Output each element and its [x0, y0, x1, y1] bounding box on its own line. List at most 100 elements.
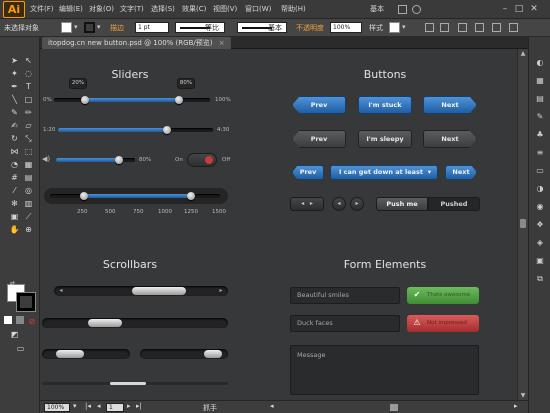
document-setup-icon[interactable] [425, 23, 434, 32]
magic-wand-icon[interactable]: ✦ [8, 68, 21, 79]
pen-tool-icon[interactable]: ✒ [8, 81, 21, 92]
appearance-panel-icon[interactable]: ◉ [534, 201, 546, 212]
artboard-canvas[interactable]: Sliders 20% 80% 0% 100% 1:20 4:30 ◀) 80%… [40, 49, 517, 400]
menu-object[interactable]: 对象(O) [89, 4, 114, 14]
selection-tool-icon[interactable]: ➤ [8, 55, 21, 66]
scroll-down-icon[interactable]: ▼ [518, 391, 528, 400]
round-prev-button[interactable]: ◂ [332, 197, 346, 211]
next-button-dark[interactable]: Next [423, 130, 477, 148]
color-panel-icon[interactable]: ◐ [534, 57, 546, 68]
line-tool-icon[interactable]: ╲ [8, 94, 21, 105]
zoom-field[interactable]: 100% [44, 403, 70, 412]
eraser-icon[interactable]: ▱ [22, 120, 35, 131]
symbol-sprayer-icon[interactable]: ✻ [8, 198, 21, 209]
artboard-number-field[interactable]: 1 [106, 403, 124, 412]
menu-type[interactable]: 文字(T) [120, 4, 144, 14]
shape-builder-icon[interactable]: ◔ [8, 159, 21, 170]
prev-artboard-icon[interactable]: ◂ [97, 402, 101, 410]
opacity-field[interactable]: 100% [330, 22, 362, 33]
prev-button[interactable]: Prev [292, 96, 346, 114]
scrollbar-thumb[interactable] [204, 350, 222, 358]
scale-tool-icon[interactable]: ⤡ [22, 133, 35, 144]
scrollbar-thumb[interactable] [88, 319, 122, 327]
chevron-down-icon[interactable]: ▾ [97, 23, 101, 31]
scroll-right-icon[interactable]: ▸ [217, 287, 225, 295]
last-artboard-icon[interactable]: ▸| [136, 402, 142, 410]
chevron-down-icon[interactable]: ▾ [74, 23, 78, 31]
blob-brush-icon[interactable]: ✍ [8, 120, 21, 131]
stuck-button[interactable]: I'm stuck [358, 96, 412, 114]
prev-button-small[interactable]: Prev [292, 165, 324, 180]
stroke-color-box[interactable] [16, 292, 36, 312]
workspace-switcher[interactable]: 基本 [370, 4, 384, 14]
stroke-label[interactable]: 描边 [110, 23, 124, 33]
transparency-panel-icon[interactable]: ◑ [534, 183, 546, 194]
menu-select[interactable]: 选择(S) [151, 4, 175, 14]
volume-slider-track[interactable] [56, 158, 135, 162]
isolate-icon[interactable] [492, 23, 501, 32]
scrollbar-short-right[interactable] [140, 349, 228, 359]
scrollbar-thumb[interactable] [110, 382, 146, 385]
graphic-style-swatch[interactable] [389, 22, 400, 33]
sleepy-button[interactable]: I'm sleepy [358, 130, 412, 148]
document-tab[interactable]: itopdog.cn new button.psd @ 100% (RGB/预览… [42, 37, 231, 49]
next-button[interactable]: Next [423, 96, 477, 114]
scrollbar-thin[interactable] [42, 382, 228, 385]
prev-button-dark[interactable]: Prev [292, 130, 346, 148]
graphic-styles-icon[interactable]: ❖ [534, 219, 546, 230]
canvas-vertical-scrollbar[interactable]: ▲ ▼ [517, 49, 528, 400]
scrollbar-horizontal[interactable]: ◂ ▸ [54, 286, 228, 296]
gradient-mode-icon[interactable] [16, 316, 24, 324]
pushed-button[interactable]: Pushed [428, 197, 480, 211]
next-artboard-icon[interactable]: ▸ [127, 402, 131, 410]
menu-help[interactable]: 帮助(H) [281, 4, 306, 14]
pager-control[interactable]: ◂ ▸ [290, 197, 324, 211]
arrange-documents-icon[interactable] [398, 5, 407, 14]
range-slider-track[interactable] [54, 98, 210, 102]
menu-view[interactable]: 视图(V) [213, 4, 237, 14]
perspective-grid-icon[interactable]: ▦ [22, 159, 35, 170]
symbols-panel-icon[interactable]: ♣ [534, 129, 546, 140]
horizontal-scroll-thumb[interactable] [390, 404, 398, 411]
scroll-up-icon[interactable]: ▲ [518, 49, 528, 58]
scrollbar-slim[interactable] [42, 318, 228, 328]
next-button-small[interactable]: Next [445, 165, 477, 180]
scrollbar-thumb[interactable] [132, 287, 186, 295]
scrollbar-short-left[interactable] [42, 349, 130, 359]
rectangle-tool-icon[interactable]: □ [22, 94, 35, 105]
width-tool-icon[interactable]: ⋈ [8, 146, 21, 157]
artboards-panel-icon[interactable]: ▣ [534, 255, 546, 266]
hand-tool-icon[interactable]: ✋ [8, 224, 21, 235]
menu-effect[interactable]: 效果(C) [182, 4, 206, 14]
options-select[interactable]: I can get down at least ▾ [330, 165, 438, 180]
blend-tool-icon[interactable]: ◎ [22, 185, 35, 196]
gradient-tool-icon[interactable]: ▤ [22, 172, 35, 183]
seek-slider-handle[interactable] [162, 126, 171, 134]
free-transform-icon[interactable]: ⬚ [22, 146, 35, 157]
artboard-tool-icon[interactable]: ▣ [8, 211, 21, 222]
opacity-label[interactable]: 不透明度 [296, 23, 324, 33]
screen-mode-icon[interactable]: ▭ [14, 343, 27, 354]
align-icon[interactable] [458, 23, 467, 32]
chevron-down-icon[interactable]: ▾ [402, 23, 406, 31]
draw-mode-icon[interactable]: ◩ [8, 329, 21, 340]
round-next-button[interactable]: ▸ [350, 197, 364, 211]
range-slider-handle-high[interactable] [174, 96, 183, 104]
first-artboard-icon[interactable]: |◂ [85, 402, 91, 410]
links-panel-icon[interactable]: ⧉ [534, 273, 546, 284]
transform-icon[interactable] [475, 23, 484, 32]
close-tab-icon[interactable]: × [219, 39, 225, 47]
text-field[interactable]: Duck faces [290, 315, 400, 332]
none-mode-icon[interactable]: ⊘ [28, 316, 36, 326]
push-me-button[interactable]: Push me [376, 197, 428, 211]
scrollbar-thumb[interactable] [520, 219, 526, 228]
pencil-icon[interactable]: ✏ [22, 107, 35, 118]
scroll-left-icon[interactable]: ◂ [270, 402, 274, 410]
column-graph-icon[interactable]: ▥ [22, 198, 35, 209]
type-tool-icon[interactable]: T [22, 81, 35, 92]
fill-color-swatch[interactable] [61, 22, 72, 33]
chevron-right-icon[interactable]: ▸ [310, 200, 313, 207]
message-textarea[interactable]: Message [290, 345, 479, 395]
direct-selection-tool-icon[interactable]: ↖ [22, 55, 35, 66]
seek-slider-track[interactable] [58, 128, 213, 132]
